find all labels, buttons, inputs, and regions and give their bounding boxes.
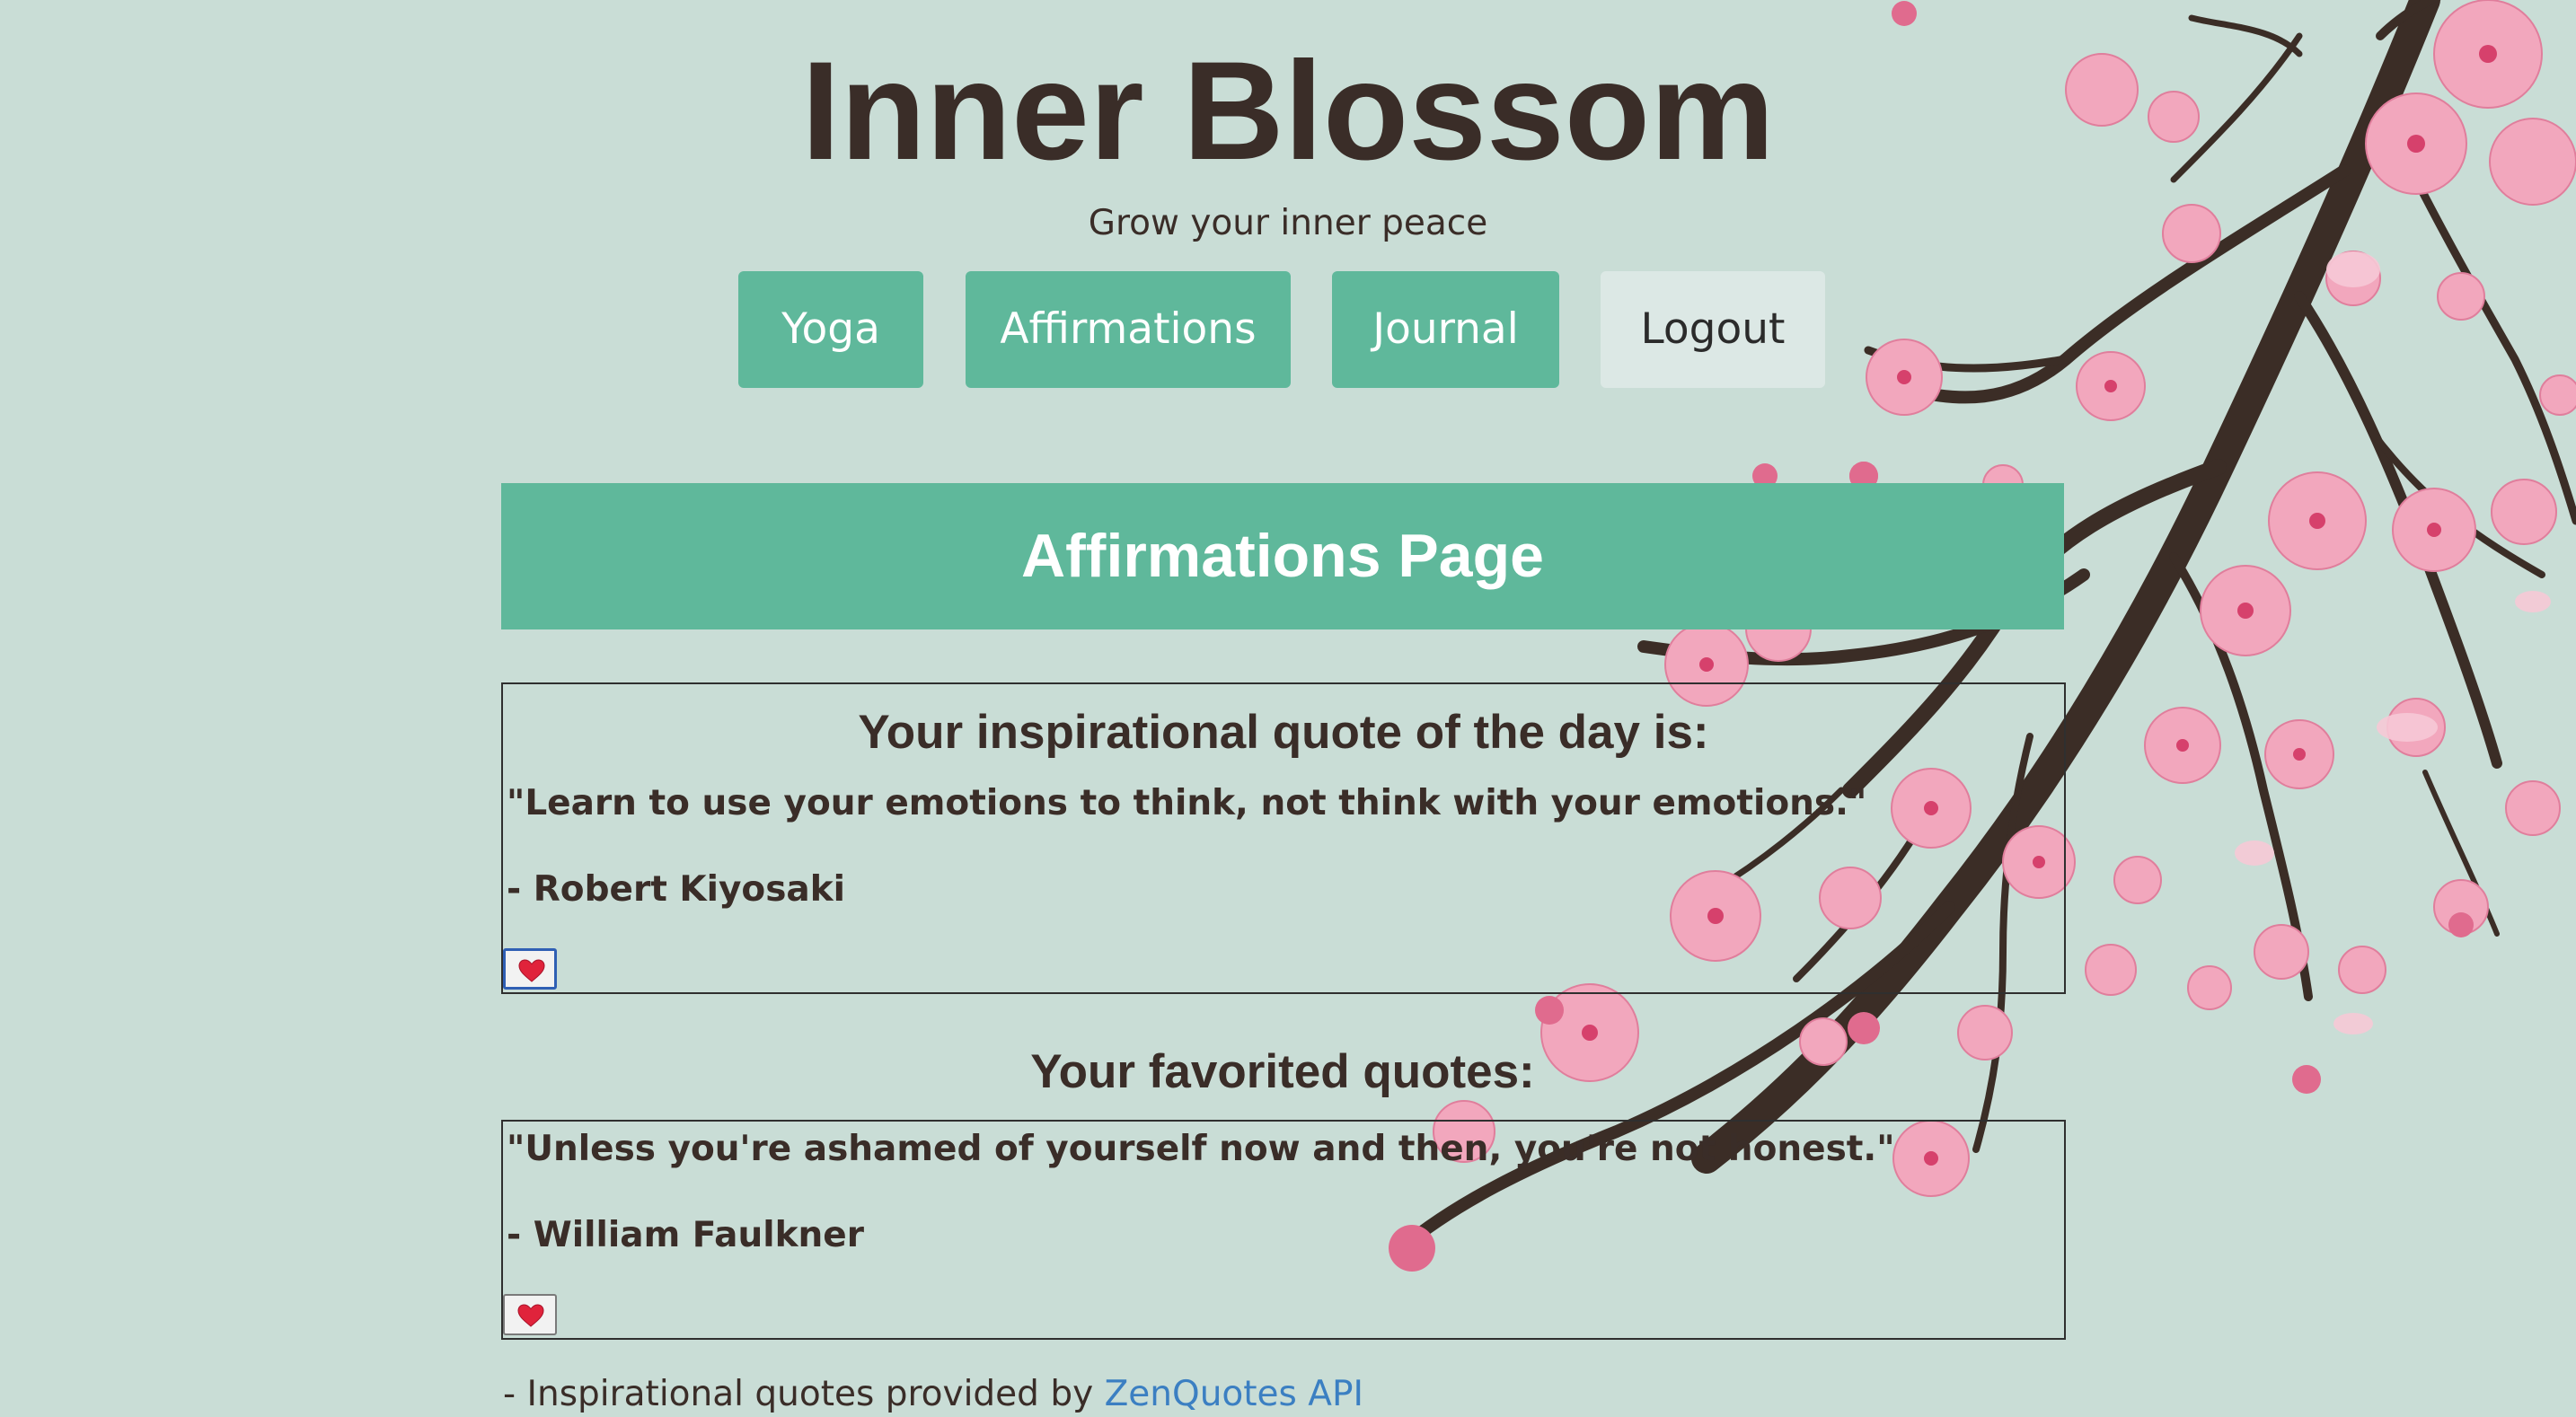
heart-icon — [517, 1304, 544, 1327]
unfavorite-quote-button[interactable] — [503, 1294, 557, 1335]
favorited-quote-text: "Unless you're ashamed of yourself now a… — [507, 1129, 1895, 1169]
favorite-quote-button[interactable] — [503, 948, 557, 990]
heart-icon — [518, 959, 545, 982]
quotes-credit: - Inspirational quotes provided by ZenQu… — [503, 1372, 1363, 1417]
nav-affirmations-button[interactable]: Affirmations — [966, 271, 1291, 388]
nav-journal-button[interactable]: Journal — [1332, 271, 1559, 388]
nav-yoga-button[interactable]: Yoga — [738, 271, 923, 388]
credit-text: - Inspirational quotes provided by — [503, 1374, 1094, 1414]
favorited-quote-card: "Unless you're ashamed of yourself now a… — [501, 1120, 2066, 1340]
logout-button[interactable]: Logout — [1601, 271, 1825, 388]
site-tagline: Grow your inner peace — [1088, 203, 1488, 243]
favorited-quotes-heading: Your favorited quotes: — [1030, 1045, 1535, 1098]
quote-author: - Robert Kiyosaki — [507, 869, 846, 910]
quote-of-the-day-heading: Your inspirational quote of the day is: — [858, 706, 1709, 759]
quote-text: "Learn to use your emotions to think, no… — [507, 783, 1867, 823]
favorited-quote-author: - William Faulkner — [507, 1215, 864, 1255]
quote-of-the-day-card: Your inspirational quote of the day is: … — [501, 682, 2066, 994]
site-title: Inner Blossom — [801, 33, 1775, 189]
page-title: Affirmations Page — [501, 483, 2064, 629]
zenquotes-link[interactable]: ZenQuotes API — [1105, 1374, 1363, 1414]
